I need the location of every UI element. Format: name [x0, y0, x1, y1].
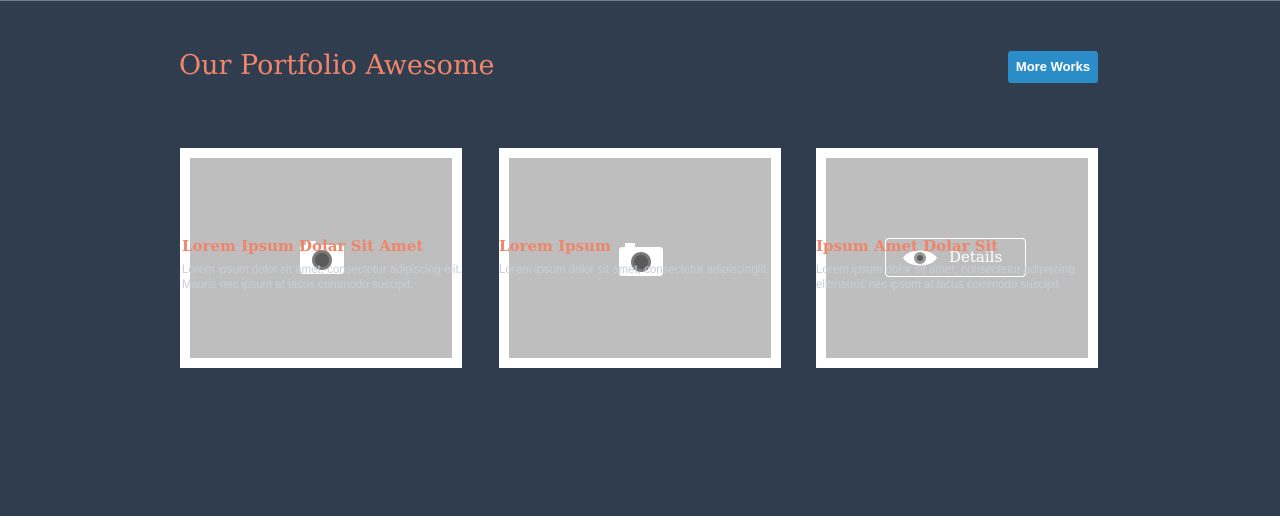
top-divider [0, 0, 1280, 1]
card-thumbnail[interactable] [190, 158, 452, 358]
card-description-line: Lorem ipsum dolor sit amet, consectetur … [499, 264, 770, 276]
more-works-button[interactable]: More Works [1008, 51, 1098, 83]
card-title[interactable]: Lorem Ipsum [499, 236, 611, 256]
card-description-line: elitmauris nec ipsum at lacus commodo su… [816, 279, 1063, 291]
card-thumbnail-frame [180, 148, 462, 368]
card-description: Lorem ipsum dolor sit amet, consectetur … [816, 263, 1116, 293]
card-title[interactable]: Ipsum Amet Dolar Sit [816, 236, 998, 256]
card-thumbnail-frame: Details [816, 148, 1098, 368]
card-description: Lorem ipsum dolor sit amet, consectetur … [182, 263, 482, 293]
bottom-divider [0, 516, 1280, 520]
portfolio-card[interactable]: Details [816, 148, 1098, 368]
portfolio-card[interactable] [499, 148, 781, 368]
card-thumbnail[interactable] [509, 158, 771, 358]
card-description-line: Lorem ipsum dolor sit amet, consectetur … [816, 264, 1075, 276]
card-description: Lorem ipsum dolor sit amet, consectetur … [499, 263, 799, 278]
card-thumbnail-frame [499, 148, 781, 368]
card-description-line: Lorem ipsum dolor sit amet, consectetur … [182, 264, 462, 276]
portfolio-card[interactable] [180, 148, 462, 368]
card-title[interactable]: Lorem Ipsum Dolar Sit Amet [182, 236, 423, 256]
card-description-line: Mauris nec ipsum at lacus commodo suscip… [182, 279, 414, 291]
page-title: Our Portfolio Awesome [179, 50, 495, 81]
card-thumbnail[interactable]: Details [826, 158, 1088, 358]
